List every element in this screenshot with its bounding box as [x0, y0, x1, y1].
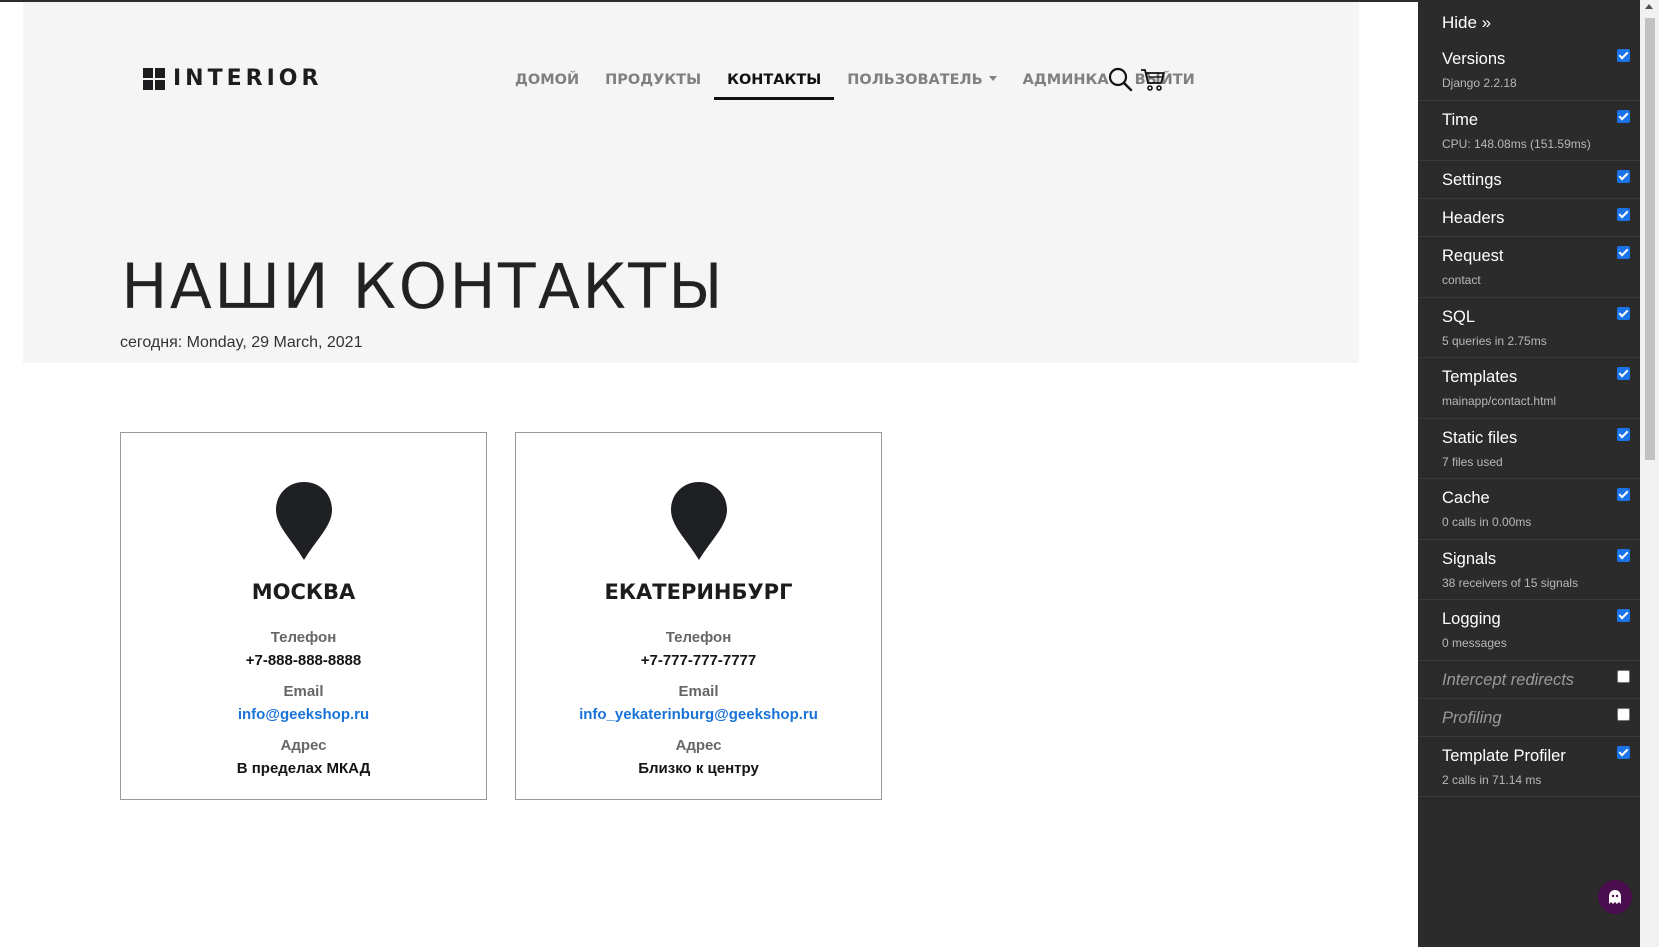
nav-item-contacts[interactable]: КОНТАКТЫ: [714, 72, 835, 100]
email-link[interactable]: info@geekshop.ru: [121, 706, 486, 723]
address-label: Адрес: [280, 737, 327, 754]
debug-panel-subtitle: 5 queries in 2.75ms: [1442, 333, 1547, 348]
search-icon[interactable]: [1107, 66, 1133, 92]
cart-icon[interactable]: [1140, 66, 1166, 92]
debug-panel-intercept-redirects[interactable]: Intercept redirects: [1418, 661, 1640, 699]
phone-value: +7-888-888-8888: [245, 652, 362, 669]
debug-panel-title: Settings: [1442, 171, 1502, 189]
city-name: МОСКВА: [251, 580, 356, 604]
page-header: INTERIOR ДОМОЙ ПРОДУКТЫ КОНТАКТЫ ПОЛЬЗОВ…: [23, 2, 1359, 363]
caret-down-icon: [988, 75, 997, 81]
panel-toggle-checkbox[interactable]: [1617, 707, 1630, 721]
scrollbar-thumb[interactable]: [1645, 18, 1655, 460]
debug-panel-title: Signals: [1442, 549, 1497, 568]
panel-toggle-checkbox[interactable]: [1617, 367, 1630, 380]
debug-panel-title: Cache: [1442, 489, 1490, 507]
debug-panel-logging[interactable]: Logging 0 messages: [1418, 600, 1640, 661]
debug-panel-template-profiler[interactable]: Template Profiler 2 calls in 71.14 ms: [1418, 737, 1640, 797]
debug-panel-title: Time: [1442, 110, 1479, 129]
panel-toggle-checkbox[interactable]: [1617, 488, 1630, 501]
logo-grid-icon: [143, 67, 165, 90]
debug-panel-headers[interactable]: Headers: [1418, 199, 1640, 237]
debug-panel-templates[interactable]: Templates mainapp/contact.html: [1418, 358, 1640, 419]
debug-panel-cache[interactable]: Cache 0 calls in 0.00ms: [1418, 479, 1640, 540]
debug-panel-subtitle: CPU: 148.08ms (151.59ms): [1442, 136, 1591, 151]
phone-label: Телефон: [665, 629, 732, 646]
nav-item-user-dropdown[interactable]: ПОЛЬЗОВАТЕЛЬ: [847, 72, 997, 100]
panel-toggle-checkbox[interactable]: [1617, 170, 1630, 183]
debug-panel-subtitle: 0 messages: [1442, 636, 1507, 650]
panel-toggle-checkbox[interactable]: [1617, 548, 1630, 562]
hide-toolbar-button[interactable]: Hide »: [1442, 13, 1491, 33]
ghost-icon: [1609, 890, 1621, 904]
debug-panel-subtitle: 2 calls in 71.14 ms: [1442, 772, 1542, 787]
panel-toggle-checkbox[interactable]: [1617, 109, 1630, 123]
debug-panel-title: SQL: [1442, 307, 1476, 326]
debug-panel-title: Request: [1442, 247, 1504, 265]
debug-panel-title: Template Profiler: [1442, 746, 1566, 765]
debug-panel-title: Versions: [1442, 50, 1506, 68]
address-value: Близко к центру: [638, 760, 759, 777]
debug-panel-settings[interactable]: Settings: [1418, 161, 1640, 199]
debug-panel-versions[interactable]: Versions Django 2.2.18: [1418, 40, 1640, 101]
debug-panel-static-files[interactable]: Static files 7 files used: [1418, 419, 1640, 479]
map-pin-icon: [274, 480, 334, 562]
debug-panel-time[interactable]: Time CPU: 148.08ms (151.59ms): [1418, 101, 1640, 161]
panel-toggle-checkbox[interactable]: [1617, 609, 1630, 622]
phone-value: +7-777-777-7777: [640, 652, 757, 669]
panel-toggle-checkbox[interactable]: [1617, 49, 1630, 62]
scroll-up-icon[interactable]: [1645, 4, 1653, 9]
address-label: Адрес: [675, 737, 722, 754]
debug-panel-title: Templates: [1442, 368, 1518, 386]
logo-text: INTERIOR: [173, 66, 323, 91]
site-logo[interactable]: INTERIOR: [143, 66, 322, 91]
debug-panel-subtitle: 38 receivers of 15 signals: [1442, 575, 1579, 590]
debug-panel-subtitle: 7 files used: [1442, 454, 1503, 469]
debug-panel-request[interactable]: Request contact: [1418, 237, 1640, 298]
debug-toolbar: Hide » Versions Django 2.2.18 Time CPU: 148…: [1418, 0, 1659, 947]
date-line: сегодня: Monday, 29 March, 2021: [120, 334, 363, 351]
nav-item-products[interactable]: ПРОДУКТЫ: [605, 72, 701, 100]
panel-toggle-checkbox[interactable]: [1617, 427, 1630, 441]
debug-panel-title: Profiling: [1442, 708, 1502, 727]
address-value: В пределах МКАД: [236, 760, 371, 777]
email-label: Email: [678, 683, 719, 700]
debug-panel-title: Headers: [1442, 209, 1505, 227]
map-pin-icon: [669, 480, 729, 562]
email-link[interactable]: info_yekaterinburg@geekshop.ru: [516, 706, 881, 723]
debug-panel-signals[interactable]: Signals 38 receivers of 15 signals: [1418, 540, 1640, 600]
panel-toggle-checkbox[interactable]: [1617, 745, 1630, 759]
debug-panel-profiling[interactable]: Profiling: [1418, 699, 1640, 737]
debug-panel-title: Logging: [1442, 610, 1501, 628]
contact-card-moscow: МОСКВА Телефон +7-888-888-8888 Email inf…: [120, 432, 487, 800]
debug-panel-subtitle: mainapp/contact.html: [1442, 394, 1557, 408]
phone-label: Телефон: [270, 629, 337, 646]
debug-panel-subtitle: 0 calls in 0.00ms: [1442, 515, 1532, 529]
nav-item-admin[interactable]: АДМИНКА: [1023, 72, 1109, 100]
panel-toggle-checkbox[interactable]: [1617, 208, 1630, 221]
debug-panel-title: Intercept redirects: [1442, 670, 1575, 689]
contact-card-yekaterinburg: ЕКАТЕРИНБУРГ Телефон +7-777-777-7777 Ema…: [515, 432, 882, 800]
panel-toggle-checkbox[interactable]: [1617, 306, 1630, 320]
nav-item-home[interactable]: ДОМОЙ: [515, 72, 579, 100]
panel-toggle-checkbox[interactable]: [1617, 669, 1630, 683]
panel-toggle-checkbox[interactable]: [1617, 246, 1630, 259]
nav-item-user-label: ПОЛЬЗОВАТЕЛЬ: [847, 72, 983, 88]
debug-panel-sql[interactable]: SQL 5 queries in 2.75ms: [1418, 298, 1640, 358]
page-title: НАШИ КОНТАКТЫ: [121, 250, 725, 323]
djdt-handle-button[interactable]: [1598, 880, 1632, 914]
email-label: Email: [283, 683, 324, 700]
debug-panel-subtitle: Django 2.2.18: [1442, 76, 1517, 90]
city-name: ЕКАТЕРИНБУРГ: [604, 580, 793, 604]
debug-panel-subtitle: contact: [1442, 273, 1481, 287]
debug-panel-title: Static files: [1442, 428, 1518, 447]
